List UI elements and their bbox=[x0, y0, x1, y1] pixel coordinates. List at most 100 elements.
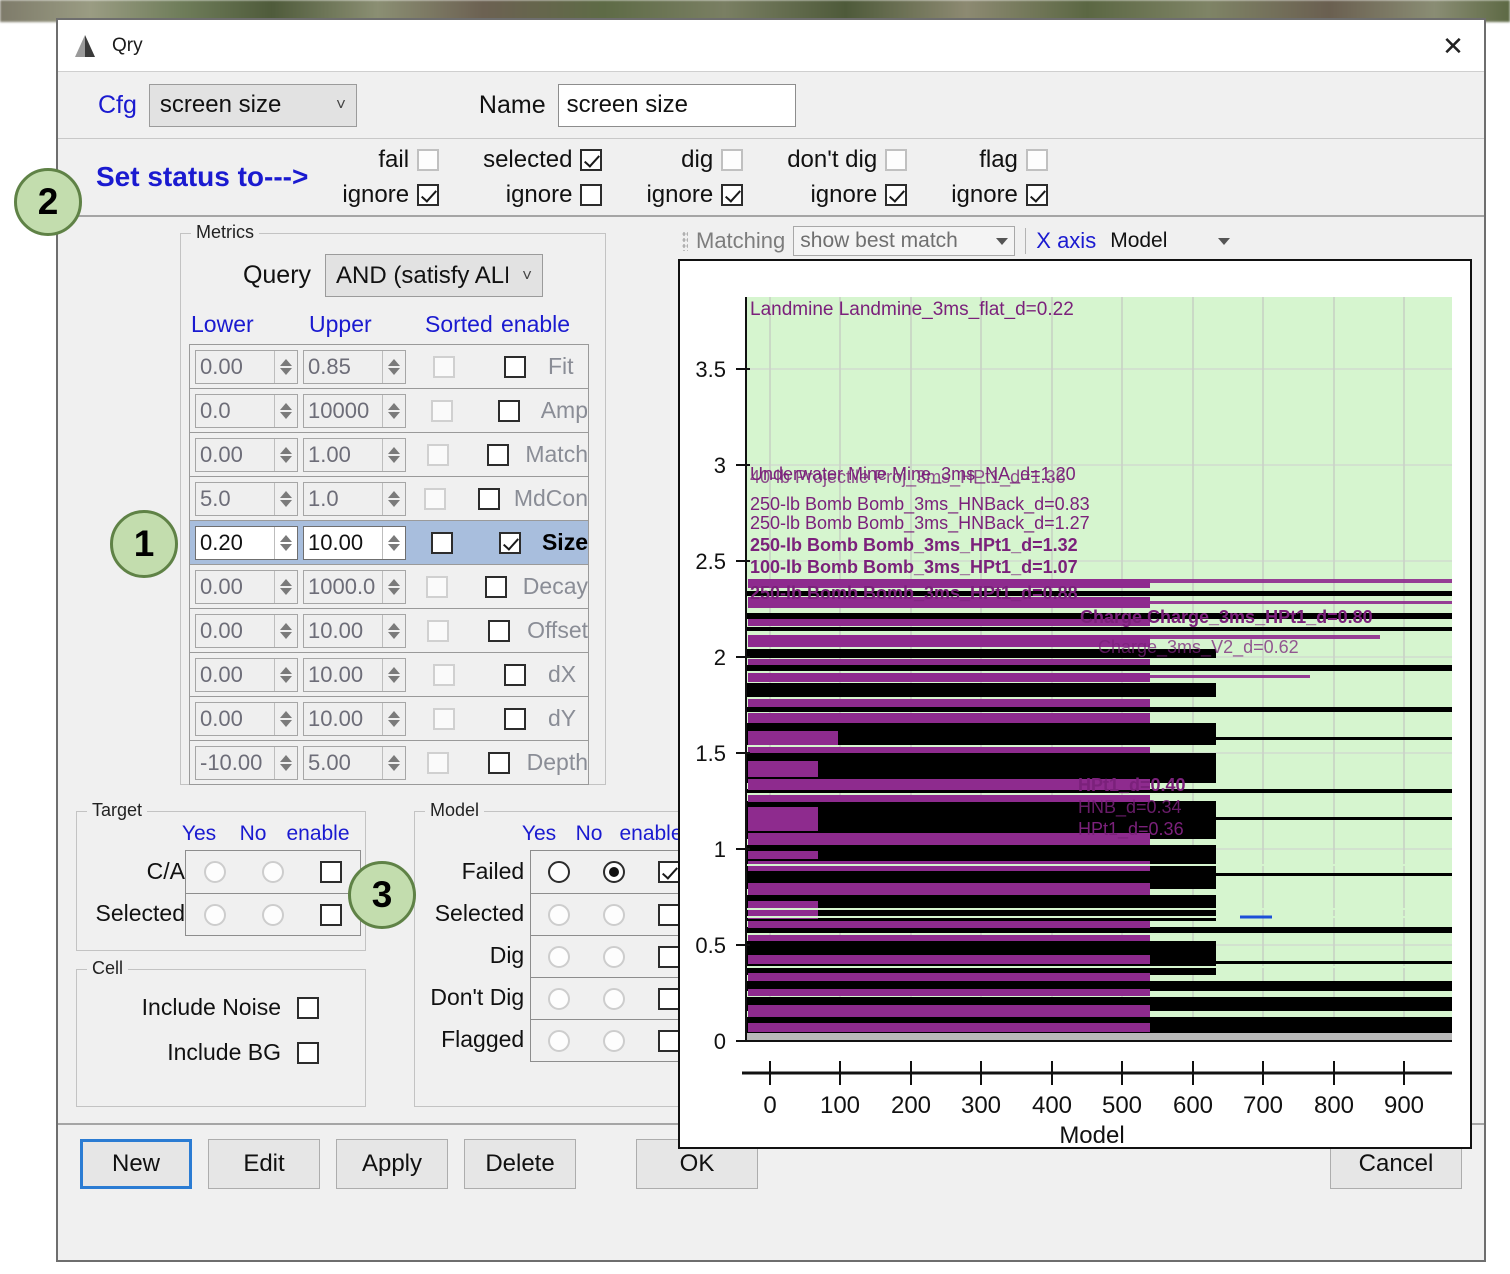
no-radio[interactable] bbox=[602, 1029, 625, 1052]
status-ignore-checkbox[interactable] bbox=[580, 183, 603, 206]
spinner-arrows[interactable] bbox=[274, 702, 297, 735]
status-ignore-checkbox[interactable] bbox=[885, 183, 908, 206]
query-select[interactable]: AND (satisfy ALL) ˅ bbox=[325, 254, 544, 297]
table-row[interactable]: 5.0 1.0 MdCon bbox=[190, 477, 588, 521]
include-noise-checkbox[interactable] bbox=[297, 996, 319, 1019]
table-row[interactable]: 0.00 0.85 Fit bbox=[190, 345, 588, 389]
spinner-up-icon[interactable] bbox=[388, 622, 400, 630]
no-radio[interactable] bbox=[602, 903, 625, 926]
spinner-up-icon[interactable] bbox=[280, 446, 292, 454]
spinner-arrows[interactable] bbox=[274, 658, 297, 691]
edit-button[interactable]: Edit bbox=[208, 1139, 320, 1189]
status-ignore-checkbox[interactable] bbox=[1025, 183, 1048, 206]
spinner-down-icon[interactable] bbox=[388, 455, 400, 463]
include-bg-checkbox[interactable] bbox=[297, 1041, 319, 1064]
lower-spinner[interactable]: 0.00 bbox=[195, 613, 298, 648]
enable-checkbox[interactable] bbox=[320, 903, 342, 926]
lower-spinner[interactable]: 0.00 bbox=[195, 437, 298, 472]
spinner-up-icon[interactable] bbox=[388, 490, 400, 498]
cell-row-noise[interactable]: Include Noise bbox=[77, 994, 365, 1021]
yes-radio[interactable] bbox=[547, 1029, 570, 1052]
spinner-arrows[interactable] bbox=[274, 438, 297, 471]
spinner-arrows[interactable] bbox=[274, 350, 297, 383]
new-button[interactable]: New bbox=[80, 1139, 192, 1189]
sorted-checkbox[interactable] bbox=[426, 575, 449, 598]
spinner-down-icon[interactable] bbox=[388, 587, 400, 595]
status-ignore-checkbox[interactable] bbox=[417, 183, 440, 206]
yes-radio[interactable] bbox=[547, 903, 570, 926]
lower-spinner[interactable]: 0.00 bbox=[195, 657, 298, 692]
enable-checkbox[interactable] bbox=[504, 663, 526, 686]
spinner-up-icon[interactable] bbox=[388, 358, 400, 366]
spinner-down-icon[interactable] bbox=[388, 411, 400, 419]
upper-spinner[interactable]: 10.00 bbox=[303, 701, 406, 736]
spinner-up-icon[interactable] bbox=[388, 446, 400, 454]
sorted-checkbox[interactable] bbox=[433, 663, 455, 686]
spinner-up-icon[interactable] bbox=[280, 358, 292, 366]
sorted-checkbox[interactable] bbox=[431, 399, 454, 422]
spinner-down-icon[interactable] bbox=[388, 719, 400, 727]
yes-radio[interactable] bbox=[204, 903, 226, 926]
spinner-down-icon[interactable] bbox=[388, 631, 400, 639]
status-top-checkbox[interactable] bbox=[417, 148, 440, 171]
enable-checkbox[interactable] bbox=[477, 487, 500, 510]
sorted-checkbox[interactable] bbox=[433, 355, 455, 378]
spinner-down-icon[interactable] bbox=[280, 411, 292, 419]
upper-spinner[interactable]: 0.85 bbox=[303, 349, 406, 384]
spinner-down-icon[interactable] bbox=[280, 543, 292, 551]
sorted-checkbox[interactable] bbox=[427, 751, 450, 774]
status-top-checkbox[interactable] bbox=[721, 148, 744, 171]
spinner-up-icon[interactable] bbox=[388, 754, 400, 762]
table-row[interactable]: -10.00 5.00 Depth bbox=[190, 741, 588, 785]
spinner-up-icon[interactable] bbox=[388, 710, 400, 718]
spinner-arrows[interactable] bbox=[274, 482, 297, 515]
spinner-up-icon[interactable] bbox=[388, 666, 400, 674]
no-radio[interactable] bbox=[602, 987, 625, 1010]
status-top-checkbox[interactable] bbox=[885, 148, 908, 171]
spinner-arrows[interactable] bbox=[274, 746, 297, 779]
spinner-arrows[interactable] bbox=[382, 614, 405, 647]
enable-checkbox[interactable] bbox=[504, 355, 526, 378]
name-input[interactable]: screen size bbox=[557, 83, 796, 127]
spinner-up-icon[interactable] bbox=[280, 534, 292, 542]
sorted-checkbox[interactable] bbox=[433, 707, 455, 730]
lower-spinner[interactable]: -10.00 bbox=[195, 745, 298, 780]
spinner-down-icon[interactable] bbox=[280, 499, 292, 507]
no-radio[interactable] bbox=[262, 903, 284, 926]
spinner-up-icon[interactable] bbox=[280, 710, 292, 718]
spinner-arrows[interactable] bbox=[382, 526, 405, 559]
spinner-arrows[interactable] bbox=[382, 482, 405, 515]
lower-spinner[interactable]: 0.00 bbox=[195, 349, 298, 384]
enable-checkbox[interactable] bbox=[487, 619, 510, 642]
spinner-arrows[interactable] bbox=[382, 570, 405, 603]
spinner-arrows[interactable] bbox=[382, 658, 405, 691]
spinner-down-icon[interactable] bbox=[280, 675, 292, 683]
matching-select[interactable]: show best match bbox=[793, 226, 1016, 256]
sorted-checkbox[interactable] bbox=[423, 487, 446, 510]
enable-checkbox[interactable] bbox=[499, 531, 522, 554]
spinner-down-icon[interactable] bbox=[280, 587, 292, 595]
status-top-checkbox[interactable] bbox=[580, 148, 603, 171]
spinner-arrows[interactable] bbox=[382, 394, 405, 427]
delete-button[interactable]: Delete bbox=[464, 1139, 576, 1189]
spinner-up-icon[interactable] bbox=[388, 578, 400, 586]
spinner-up-icon[interactable] bbox=[388, 534, 400, 542]
status-top-checkbox[interactable] bbox=[1025, 148, 1048, 171]
sorted-checkbox[interactable] bbox=[426, 443, 449, 466]
enable-checkbox[interactable] bbox=[504, 707, 526, 730]
sorted-checkbox[interactable] bbox=[431, 531, 454, 554]
spinner-down-icon[interactable] bbox=[280, 631, 292, 639]
spinner-arrows[interactable] bbox=[274, 394, 297, 427]
enable-checkbox[interactable] bbox=[487, 751, 510, 774]
spinner-down-icon[interactable] bbox=[280, 763, 292, 771]
no-radio[interactable] bbox=[602, 861, 625, 883]
enable-checkbox[interactable] bbox=[484, 575, 507, 598]
spinner-arrows[interactable] bbox=[274, 570, 297, 603]
spinner-down-icon[interactable] bbox=[280, 367, 292, 375]
spinner-down-icon[interactable] bbox=[388, 763, 400, 771]
upper-spinner[interactable]: 10.00 bbox=[303, 525, 406, 560]
toolbar-grip-icon[interactable] bbox=[682, 231, 688, 251]
spinner-down-icon[interactable] bbox=[280, 455, 292, 463]
table-row[interactable]: 0.00 10.00 dX bbox=[190, 653, 588, 697]
lower-spinner[interactable]: 5.0 bbox=[195, 481, 298, 516]
